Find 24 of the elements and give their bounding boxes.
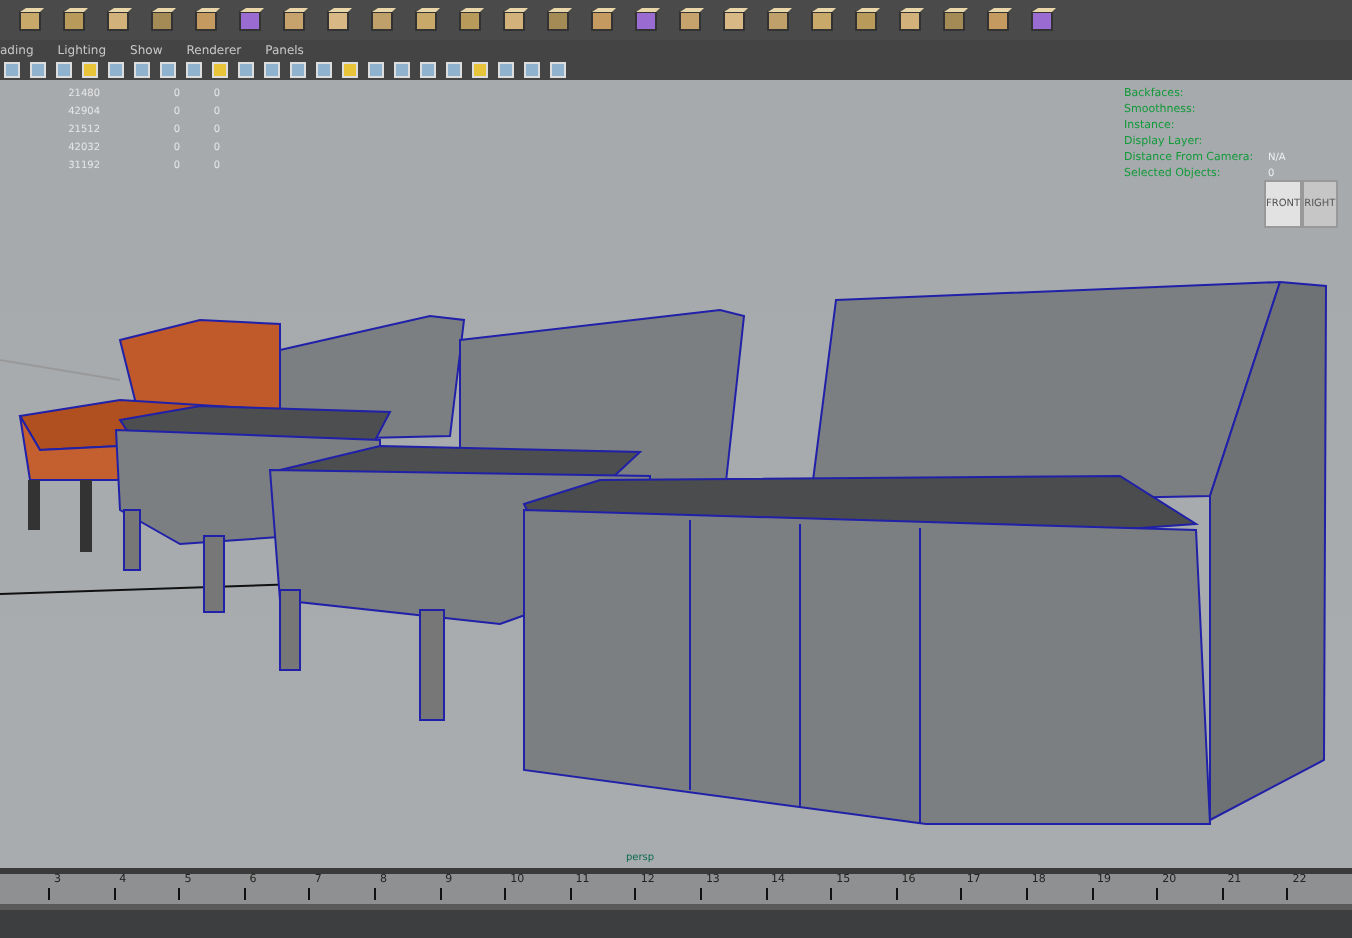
shelf-icon[interactable] [16,6,44,34]
shelf-icon[interactable] [896,6,924,34]
shelf-icon[interactable] [368,6,396,34]
shelf-icon[interactable] [148,6,176,34]
shelf-icon[interactable] [104,6,132,34]
shelf-icon[interactable] [60,6,88,34]
shelf-icon[interactable] [456,6,484,34]
shelf-icon[interactable] [324,6,352,34]
shelf-icon[interactable] [236,6,264,34]
shelf-icon[interactable] [808,6,836,34]
shelf-icon[interactable] [984,6,1012,34]
shelf-icon[interactable] [544,6,572,34]
shelf-icon[interactable] [940,6,968,34]
shelf-icon[interactable] [500,6,528,34]
shelf-icon[interactable] [764,6,792,34]
shelf-icon[interactable] [280,6,308,34]
shelf-icon[interactable] [1028,6,1056,34]
shelf-icon[interactable] [412,6,440,34]
shelf-icon[interactable] [676,6,704,34]
shelf-icon[interactable] [588,6,616,34]
shelf-icon[interactable] [632,6,660,34]
shelf-icon[interactable] [852,6,880,34]
shelf-icon[interactable] [720,6,748,34]
shelf-icon[interactable] [192,6,220,34]
